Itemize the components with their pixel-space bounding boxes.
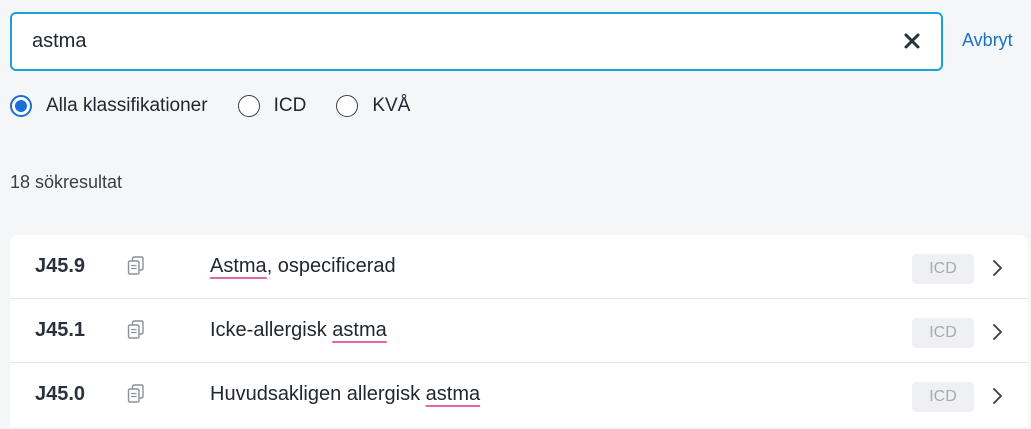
copy-icon[interactable]	[127, 320, 145, 340]
result-count: 18 sökresultat	[10, 172, 123, 192]
description-text: Icke-allergisk	[210, 319, 333, 341]
copy-icon[interactable]	[127, 256, 145, 276]
diagnosis-description: Huvudsakligen allergisk astma	[210, 383, 480, 406]
close-icon[interactable]	[901, 30, 923, 52]
search-bar: Avbryt	[10, 12, 1031, 76]
description-text: , ospecificerad	[266, 255, 396, 277]
result-row[interactable]: J45.1 Icke-allergisk astma ICD	[10, 299, 1028, 363]
search-match-highlight: astma	[425, 383, 481, 405]
diagnosis-description: Astma, ospecificerad	[210, 255, 396, 278]
classification-badge: ICD	[912, 254, 974, 284]
radio-label: KVÅ	[372, 95, 411, 116]
search-box[interactable]	[10, 12, 943, 71]
diagnosis-description: Icke-allergisk astma	[210, 319, 387, 342]
chevron-right-icon	[993, 324, 1002, 340]
diagnosis-code: J45.0	[35, 383, 86, 405]
result-row[interactable]: J45.9 Astma, ospecificerad ICD	[10, 235, 1028, 299]
diagnosis-code: J45.1	[35, 319, 86, 341]
radio-button-selected[interactable]	[10, 95, 32, 117]
classification-filter: Alla klassifikationer ICD KVÅ	[10, 93, 440, 119]
diagnosis-code: J45.9	[35, 255, 86, 277]
classification-badge: ICD	[912, 318, 974, 348]
cancel-button[interactable]: Avbryt	[962, 30, 1013, 51]
chevron-right-icon	[993, 388, 1002, 404]
radio-button[interactable]	[336, 95, 359, 117]
radio-label: ICD	[273, 95, 307, 116]
radio-button[interactable]	[237, 95, 260, 117]
radio-all-classifications[interactable]: Alla klassifikationer	[10, 95, 208, 117]
description-text: Huvudsakligen allergisk	[210, 383, 426, 405]
search-input[interactable]	[32, 14, 882, 69]
radio-label: Alla klassifikationer	[46, 95, 208, 116]
search-match-highlight: Astma	[210, 255, 267, 277]
radio-icd[interactable]: ICD	[237, 95, 307, 117]
classification-badge: ICD	[912, 382, 974, 412]
search-match-highlight: astma	[332, 319, 387, 341]
results-list: J45.9 Astma, ospecificerad ICD J45.1 Ick…	[10, 235, 1028, 427]
copy-icon[interactable]	[127, 384, 145, 404]
radio-kva[interactable]: KVÅ	[336, 95, 410, 117]
result-row[interactable]: J45.0 Huvudsakligen allergisk astma ICD	[10, 363, 1028, 427]
search-page: Avbryt Alla klassifikationer ICD KVÅ 18 …	[0, 0, 1031, 429]
chevron-right-icon	[993, 260, 1002, 276]
